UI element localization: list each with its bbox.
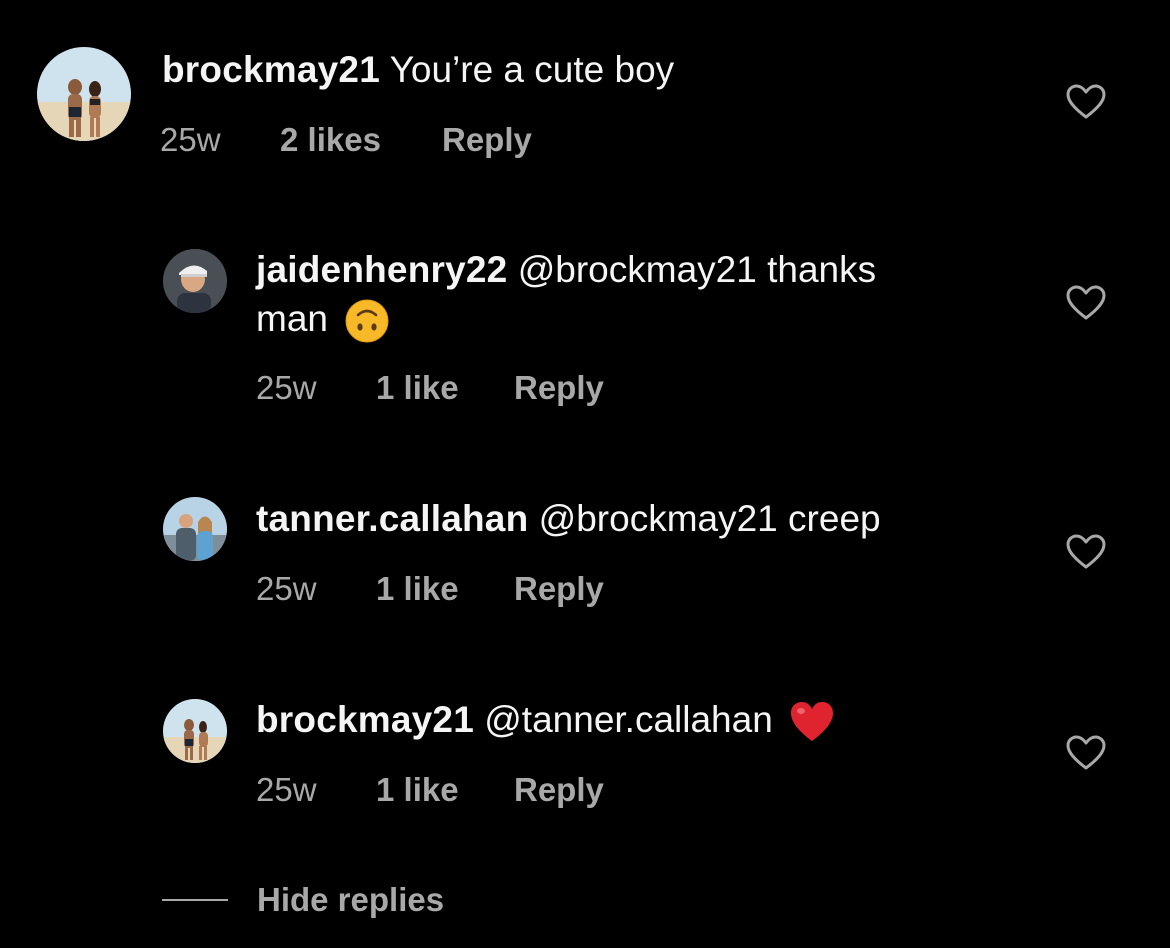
upside-down-face-icon [344,298,390,344]
comment-body: You’re a cute boy [389,49,675,90]
comment-body: @brockmay21 thanks [517,249,877,290]
hide-replies-label: Hide replies [257,881,445,918]
reply-button[interactable]: Reply [442,120,532,160]
man-with-cap-photo-icon [163,249,227,313]
reply-button[interactable]: Reply [514,569,604,609]
likes-count[interactable]: 1 like [376,770,459,810]
likes-count[interactable]: 2 likes [280,120,381,160]
heart-outline-icon [1066,534,1106,569]
heart-outline-icon [1066,84,1106,119]
likes-count[interactable]: 1 like [376,569,459,609]
like-heart-icon[interactable] [1066,285,1106,321]
timestamp: 25w [256,570,317,607]
comment-body: @tanner.callahan [484,699,773,740]
beach-couple-photo-icon [163,699,227,763]
beach-couple-photo-icon [37,47,131,141]
username[interactable]: jaidenhenry22 [256,249,507,290]
likes-count[interactable]: 1 like [376,368,459,408]
reply-button[interactable]: Reply [514,368,604,408]
avatar[interactable] [163,699,227,763]
couple-outdoors-photo-icon [163,497,227,561]
red-heart-icon [789,699,835,745]
username[interactable]: brockmay21 [162,49,380,90]
avatar[interactable] [163,249,227,313]
timestamp: 25w [160,121,221,158]
timestamp: 25w [256,771,317,808]
reply-button[interactable]: Reply [514,770,604,810]
heart-outline-icon [1066,285,1106,320]
comment-text: jaidenhenry22 @brockmay21 thanks [256,246,876,294]
like-heart-icon[interactable] [1066,735,1106,771]
comment-body: @brockmay21 creep [538,498,881,539]
comment-text: tanner.callahan @brockmay21 creep [256,495,881,543]
username[interactable]: brockmay21 [256,699,474,740]
timestamp: 25w [256,369,317,406]
hide-replies-button[interactable]: Hide replies [162,878,482,922]
avatar[interactable] [163,497,227,561]
heart-outline-icon [1066,735,1106,770]
like-heart-icon[interactable] [1066,534,1106,570]
comment-text: brockmay21 @tanner.callahan [256,696,835,745]
comment-text-continued: man [256,295,390,344]
divider-line [162,899,228,901]
comment-text: brockmay21 You’re a cute boy [162,46,674,94]
comment-body-continued: man [256,298,328,339]
avatar[interactable] [37,47,131,141]
username[interactable]: tanner.callahan [256,498,528,539]
like-heart-icon[interactable] [1066,84,1106,120]
